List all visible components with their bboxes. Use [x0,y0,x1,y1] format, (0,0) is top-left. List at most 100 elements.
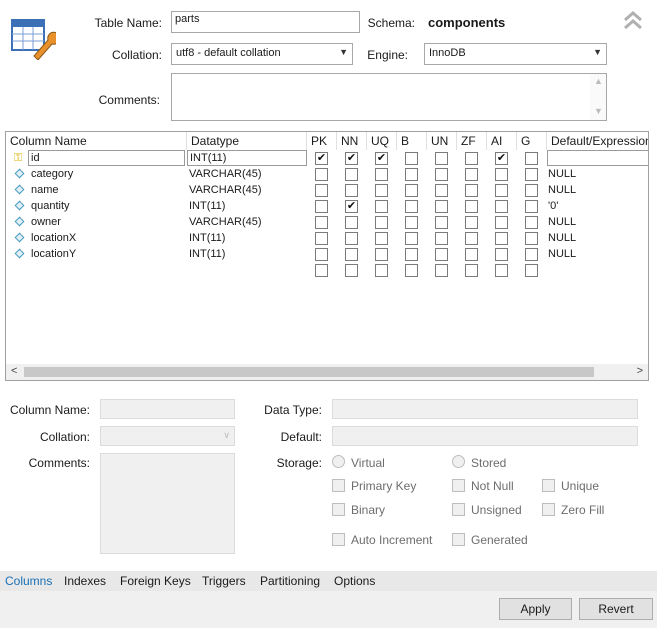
zero-fill-checkbox[interactable] [542,503,555,516]
zf-checkbox[interactable] [465,184,478,197]
header-g[interactable]: G [517,132,547,150]
b-checkbox[interactable] [405,216,418,229]
scroll-right-icon[interactable]: > [637,365,643,377]
header-uq[interactable]: UQ [367,132,397,150]
comments-textarea[interactable]: ▲ ▼ [171,73,607,121]
header-default[interactable]: Default/Expression [547,132,648,150]
b-checkbox[interactable] [405,152,418,165]
uq-checkbox[interactable] [375,264,388,277]
generated-checkbox[interactable] [452,533,465,546]
datatype-cell[interactable]: INT(11) [187,150,307,166]
header-nn[interactable]: NN [337,132,367,150]
un-checkbox[interactable] [435,248,448,261]
header-ai[interactable]: AI [487,132,517,150]
b-checkbox[interactable] [405,232,418,245]
nn-checkbox[interactable]: ✔ [345,200,358,213]
table-name-input[interactable]: parts [171,11,360,33]
table-row[interactable]: name VARCHAR(45) NULL [6,182,648,198]
column-name-cell[interactable]: owner [28,214,185,230]
horizontal-scrollbar[interactable]: < > [6,364,648,380]
g-checkbox[interactable] [525,264,538,277]
datatype-cell[interactable]: VARCHAR(45) [187,166,307,182]
scrollbar-thumb[interactable] [24,367,594,377]
tab-triggers[interactable]: Triggers [202,574,246,588]
un-checkbox[interactable] [435,200,448,213]
stored-radio[interactable] [452,455,465,468]
datatype-cell[interactable]: VARCHAR(45) [187,182,307,198]
pk-checkbox[interactable] [315,168,328,181]
header-b[interactable]: B [397,132,427,150]
uq-checkbox[interactable] [375,200,388,213]
datatype-cell[interactable]: INT(11) [187,198,307,214]
nn-checkbox[interactable] [345,216,358,229]
zf-checkbox[interactable] [465,168,478,181]
default-cell[interactable]: NULL [547,182,648,198]
table-row[interactable]: category VARCHAR(45) NULL [6,166,648,182]
table-row[interactable]: ⚿ id INT(11) ✔ ✔ ✔ ✔ [6,150,648,166]
auto-increment-checkbox[interactable] [332,533,345,546]
default-cell[interactable]: NULL [547,166,648,182]
double-chevron-up-icon[interactable] [622,10,644,32]
data-type-input[interactable] [332,399,638,419]
tab-partitioning[interactable]: Partitioning [260,574,320,588]
detail-collation-select[interactable]: ∨ [100,426,235,446]
nn-checkbox[interactable] [345,184,358,197]
default-cell[interactable]: '0' [547,198,648,214]
table-row[interactable]: owner VARCHAR(45) NULL [6,214,648,230]
ai-checkbox[interactable] [495,232,508,245]
datatype-cell[interactable]: VARCHAR(45) [187,214,307,230]
b-checkbox[interactable] [405,200,418,213]
tab-options[interactable]: Options [334,574,375,588]
column-name-cell[interactable]: locationY [28,246,185,262]
g-checkbox[interactable] [525,152,538,165]
detail-comments-textarea[interactable] [100,453,235,554]
uq-checkbox[interactable] [375,184,388,197]
b-checkbox[interactable] [405,168,418,181]
uq-checkbox[interactable]: ✔ [375,152,388,165]
un-checkbox[interactable] [435,152,448,165]
default-input[interactable] [332,426,638,446]
table-row[interactable]: quantity INT(11) ✔ '0' [6,198,648,214]
apply-button[interactable]: Apply [499,598,572,620]
column-name-cell[interactable]: category [28,166,185,182]
revert-button[interactable]: Revert [579,598,653,620]
column-name-cell[interactable]: id [28,150,185,166]
collation-select[interactable]: utf8 - default collation ▼ [171,43,353,65]
b-checkbox[interactable] [405,248,418,261]
b-checkbox[interactable] [405,184,418,197]
ai-checkbox[interactable] [495,184,508,197]
g-checkbox[interactable] [525,200,538,213]
default-cell[interactable]: NULL [547,246,648,262]
un-checkbox[interactable] [435,264,448,277]
datatype-cell[interactable] [187,262,307,278]
pk-checkbox[interactable] [315,264,328,277]
nn-checkbox[interactable]: ✔ [345,152,358,165]
ai-checkbox[interactable] [495,200,508,213]
unique-checkbox[interactable] [542,479,555,492]
zf-checkbox[interactable] [465,200,478,213]
g-checkbox[interactable] [525,248,538,261]
g-checkbox[interactable] [525,184,538,197]
uq-checkbox[interactable] [375,168,388,181]
column-name-cell[interactable]: name [28,182,185,198]
nn-checkbox[interactable] [345,168,358,181]
scroll-left-icon[interactable]: < [11,365,17,377]
zf-checkbox[interactable] [465,232,478,245]
textarea-scrollbar[interactable]: ▲ ▼ [590,74,606,120]
ai-checkbox[interactable] [495,248,508,261]
column-name-cell[interactable] [28,262,185,278]
table-row[interactable] [6,262,648,278]
zf-checkbox[interactable] [465,216,478,229]
table-row[interactable]: locationY INT(11) NULL [6,246,648,262]
tab-indexes[interactable]: Indexes [64,574,106,588]
zf-checkbox[interactable] [465,248,478,261]
column-name-cell[interactable]: quantity [28,198,185,214]
un-checkbox[interactable] [435,168,448,181]
column-name-input[interactable] [100,399,235,419]
pk-checkbox[interactable] [315,216,328,229]
tab-columns[interactable]: Columns [5,574,52,588]
datatype-cell[interactable]: INT(11) [187,246,307,262]
default-cell[interactable]: NULL [547,230,648,246]
primary-key-checkbox[interactable] [332,479,345,492]
header-un[interactable]: UN [427,132,457,150]
